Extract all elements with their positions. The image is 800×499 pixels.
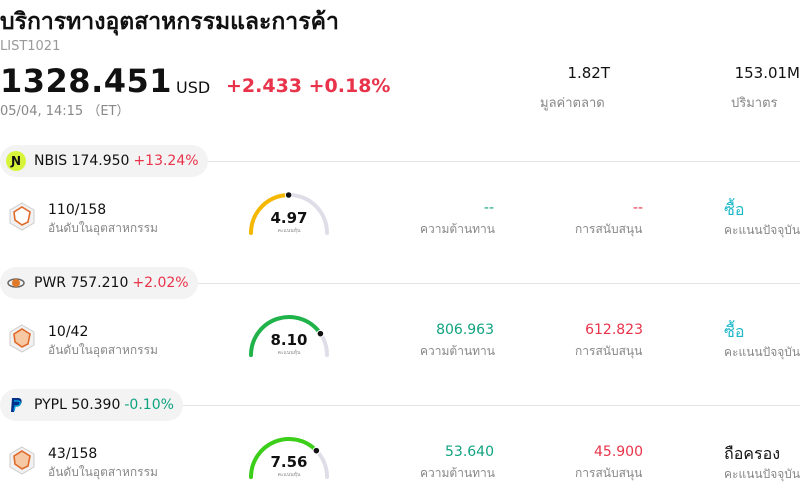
stock-chip[interactable]: PWR 757.210 +2.02% [0, 267, 198, 299]
stock-score: 4.97 [270, 209, 308, 227]
volume-label: ปริมาตร [731, 96, 778, 111]
stock-score: 8.10 [270, 331, 308, 349]
stock-symbol-price: NBIS 174.950 [34, 153, 130, 169]
quanta-logo-icon [6, 273, 34, 293]
resistance-label: ความต้านทาน [420, 344, 495, 358]
stock-score-label: คะแนนหุ้น [277, 472, 301, 478]
resistance-value: 53.640 [445, 444, 494, 460]
industry-rank-label: อันดับในอุตสาหกรรม [48, 465, 158, 479]
radar-icon [8, 323, 36, 357]
support-label: การสนับสนุน [575, 344, 643, 358]
market-cap-label: มูลค่าตลาด [540, 96, 605, 111]
industry-rank: 10/42 [48, 324, 89, 340]
timestamp: 05/04, 14:15 （ET） [0, 104, 130, 119]
current-rating: ซื้อ [724, 322, 745, 341]
support-label: การสนับสนุน [575, 466, 643, 480]
radar-icon [8, 445, 36, 479]
stock-change: +13.24% [133, 153, 199, 169]
stock-symbol-price: PYPL 50.390 [34, 397, 121, 413]
current-rating: ถือครอง [724, 444, 781, 463]
resistance-value: 806.963 [436, 322, 494, 338]
stock-change: +2.02% [132, 275, 189, 291]
current-rating: ซื้อ [724, 200, 745, 219]
resistance-label: ความต้านทาน [420, 222, 495, 236]
support-label: การสนับสนุน [575, 222, 643, 236]
nebius-logo-icon: Ɲ [6, 151, 34, 171]
paypal-logo-icon [6, 395, 34, 415]
industry-rank: 43/158 [48, 446, 98, 462]
page-title: บริการทางอุตสาหกรรมและการค้า [0, 9, 339, 35]
stock-change: -0.10% [124, 397, 174, 413]
stock-score-label: คะแนนหุ้น [277, 228, 301, 234]
resistance-label: ความต้านทาน [420, 466, 495, 480]
current-rating-label: คะแนนปัจจุบัน [724, 345, 800, 359]
volume-value: 153.01M [734, 64, 800, 82]
support-value: 612.823 [585, 322, 643, 338]
industry-rank-label: อันดับในอุตสาหกรรม [48, 343, 158, 357]
industry-rank: 110/158 [48, 202, 107, 218]
stock-chip[interactable]: PYPL 50.390 -0.10% [0, 389, 183, 421]
industry-rank-label: อันดับในอุตสาหกรรม [48, 221, 158, 235]
index-change: +2.433 +0.18% [226, 75, 391, 97]
current-rating-label: คะแนนปัจจุบัน [724, 467, 800, 481]
resistance-value: -- [483, 200, 494, 216]
stock-score-label: คะแนนหุ้น [277, 350, 301, 356]
stock-chip[interactable]: Ɲ NBIS 174.950 +13.24% [0, 145, 208, 177]
index-price: 1328.451 [0, 62, 173, 100]
current-rating-label: คะแนนปัจจุบัน [724, 223, 800, 237]
market-cap-value: 1.82T [567, 64, 610, 82]
currency-label: USD [176, 78, 211, 97]
index-code: LIST1021 [0, 39, 61, 54]
stock-score: 7.56 [270, 453, 308, 471]
support-value: 45.900 [594, 444, 643, 460]
support-value: -- [632, 200, 643, 216]
stock-symbol-price: PWR 757.210 [34, 275, 129, 291]
radar-icon [8, 201, 36, 235]
